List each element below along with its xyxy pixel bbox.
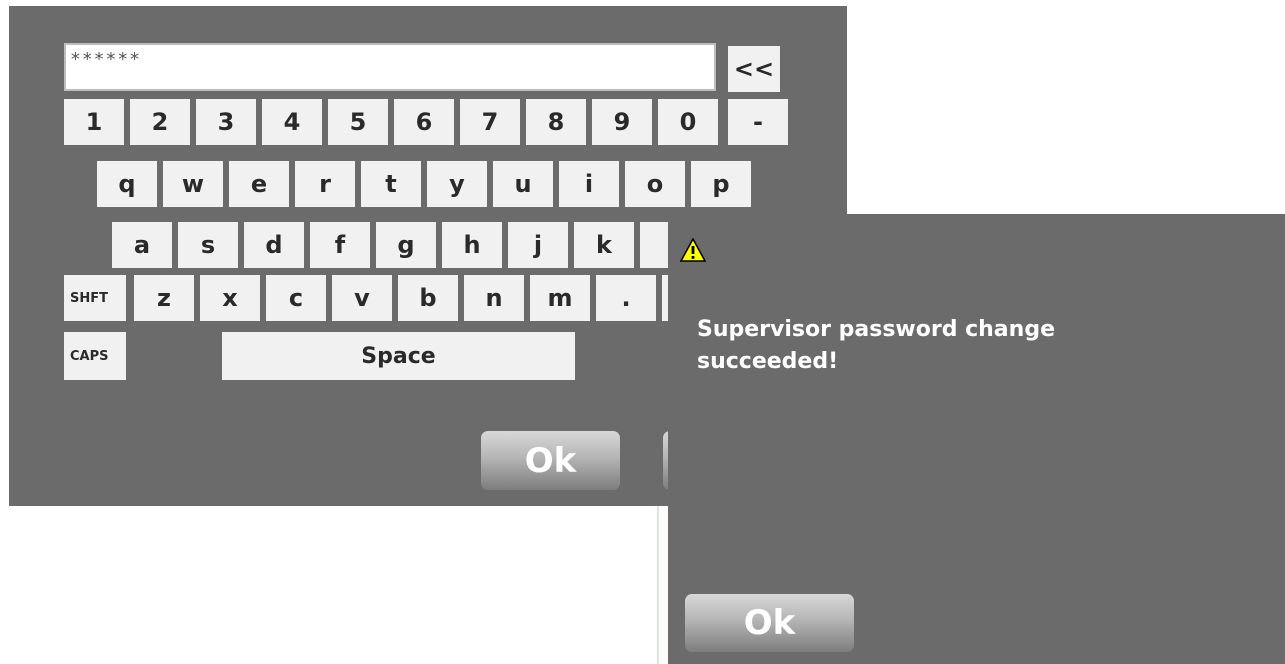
key-x[interactable]: x [200,275,260,321]
key-7[interactable]: 7 [460,99,520,145]
alert-ok-button[interactable]: Ok [685,594,854,652]
shift-key[interactable]: SHFT [64,275,126,321]
key-0[interactable]: 0 [658,99,718,145]
key-c[interactable]: c [266,275,326,321]
key-3[interactable]: 3 [196,99,256,145]
key-q[interactable]: q [97,161,157,207]
key-i[interactable]: i [559,161,619,207]
keyboard-ok-button[interactable]: Ok [481,431,620,490]
key-m[interactable]: m [530,275,590,321]
space-key[interactable]: Space [222,332,575,380]
key-f[interactable]: f [310,222,370,268]
key-n[interactable]: n [464,275,524,321]
key-t[interactable]: t [361,161,421,207]
key-s[interactable]: s [178,222,238,268]
key-y[interactable]: y [427,161,487,207]
key-v[interactable]: v [332,275,392,321]
key-1[interactable]: 1 [64,99,124,145]
password-input[interactable]: ****** [64,43,716,91]
key-4[interactable]: 4 [262,99,322,145]
key-5[interactable]: 5 [328,99,388,145]
key-e[interactable]: e [229,161,289,207]
key-minus[interactable]: - [728,99,788,145]
key-o[interactable]: o [625,161,685,207]
key-b[interactable]: b [398,275,458,321]
key-h[interactable]: h [442,222,502,268]
key-g[interactable]: g [376,222,436,268]
key-j[interactable]: j [508,222,568,268]
alert-message: Supervisor password change succeeded! [697,314,1257,378]
key-9[interactable]: 9 [592,99,652,145]
divider-line [657,506,659,664]
key-d[interactable]: d [244,222,304,268]
alert-message-line1: Supervisor password change [697,317,1055,342]
key-k[interactable]: k [574,222,634,268]
warning-icon [679,237,707,262]
key-r[interactable]: r [295,161,355,207]
alert-dialog: Supervisor password change succeeded! Ok [668,214,1285,664]
key-2[interactable]: 2 [130,99,190,145]
key-u[interactable]: u [493,161,553,207]
key-a[interactable]: a [112,222,172,268]
backspace-key[interactable]: << [728,46,780,92]
key-z[interactable]: z [134,275,194,321]
key-8[interactable]: 8 [526,99,586,145]
key-6[interactable]: 6 [394,99,454,145]
key-p[interactable]: p [691,161,751,207]
alert-message-line2: succeeded! [697,349,839,374]
key-period[interactable]: . [596,275,656,321]
caps-key[interactable]: CAPS [64,332,126,380]
key-w[interactable]: w [163,161,223,207]
